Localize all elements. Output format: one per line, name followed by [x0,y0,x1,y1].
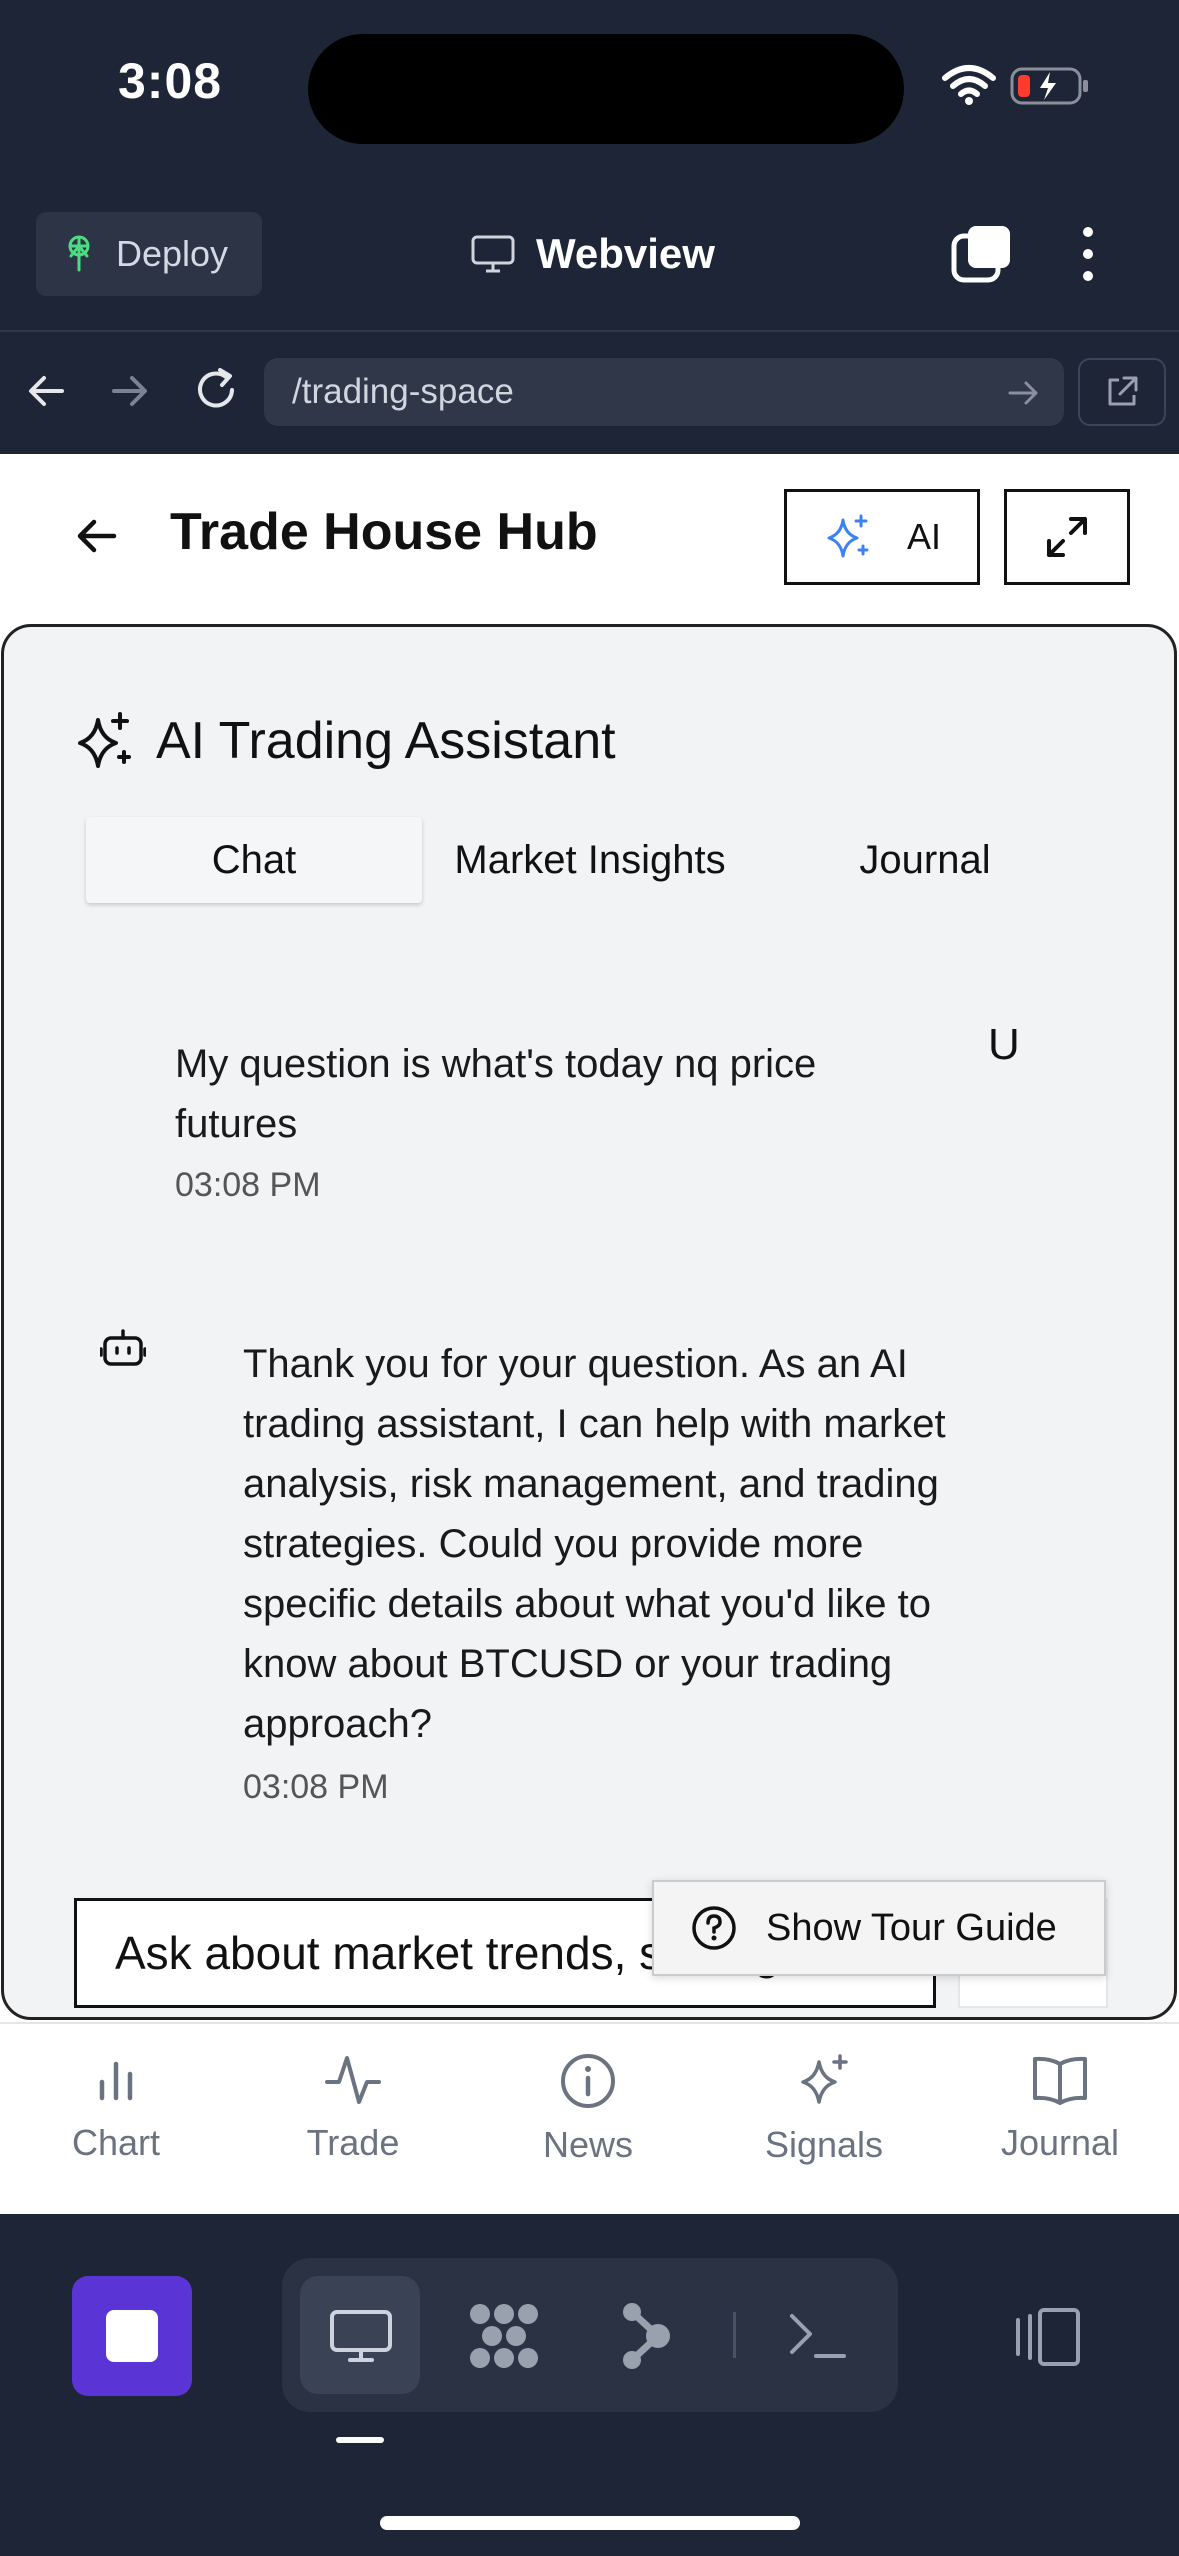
ai-button-label: AI [906,516,941,557]
dynamic-island [308,34,904,144]
tool-git-icon[interactable] [618,2300,674,2372]
tool-webview[interactable] [300,2276,420,2394]
tool-divider [733,2312,736,2358]
url-input[interactable]: /trading-space [264,358,1064,426]
url-text: /trading-space [292,372,514,411]
active-tool-indicator [336,2437,384,2443]
monitor-icon [470,234,516,274]
nav-label-trade: Trade [306,2122,400,2163]
reload-icon[interactable] [190,364,242,416]
stop-button[interactable] [72,2276,192,2396]
sparkles-icon [823,512,873,562]
status-time: 3:08 [118,53,223,109]
nav-item-chart[interactable]: Chart [26,2052,206,2164]
maximize-icon [1043,513,1091,561]
battery-icon [1010,66,1090,106]
deploy-icon [62,234,96,274]
book-icon [1030,2052,1090,2108]
monitor-icon [328,2308,420,2364]
tool-workspace-icon[interactable] [466,2300,542,2372]
stop-icon [104,2308,160,2364]
app-back-icon[interactable] [70,510,122,562]
home-indicator [380,2516,800,2530]
assistant-header: AI Trading Assistant [74,710,616,772]
expand-button[interactable] [1004,489,1130,585]
sparkles-icon [795,2052,853,2110]
tabs-icon[interactable] [950,222,1014,286]
deploy-label: Deploy [116,233,229,274]
assistant-title: AI Trading Assistant [156,712,616,770]
wifi-icon [942,64,996,106]
activity-icon [323,2052,383,2108]
sparkles-icon [74,710,134,772]
tool-terminal-icon[interactable] [786,2306,848,2366]
tab-chat[interactable]: Chat [86,817,422,903]
info-icon [559,2052,617,2110]
assistant-message-time: 03:08 PM [243,1768,389,1806]
external-link-icon [1104,374,1140,410]
nav-label-signals: Signals [764,2124,884,2165]
nav-item-journal[interactable]: Journal [970,2052,1150,2164]
nav-item-news[interactable]: News [498,2052,678,2166]
assistant-message-text: Thank you for your question. As an AI tr… [243,1342,946,1746]
deploy-button[interactable]: Deploy [36,212,262,296]
header-divider [0,330,1179,332]
bot-icon [100,1326,146,1372]
user-avatar: U [988,1020,1020,1069]
browser-back-icon[interactable] [24,368,70,414]
tab-market-insights[interactable]: Market Insights [428,817,752,903]
user-message-time: 03:08 PM [175,1166,321,1204]
nav-item-signals[interactable]: Signals [734,2052,914,2166]
ai-button[interactable]: AI [784,489,980,585]
webview-label: Webview [536,230,715,277]
browser-forward-icon[interactable] [106,368,152,414]
help-circle-icon [690,1904,738,1952]
nav-label-journal: Journal [1000,2122,1120,2163]
open-external-button[interactable] [1078,358,1166,426]
panel-toggle-icon[interactable] [1010,2306,1082,2368]
tab-journal[interactable]: Journal [770,817,1080,903]
nav-label-news: News [542,2124,634,2165]
app-title: Trade House Hub [170,503,598,561]
tour-guide-label: Show Tour Guide [766,1906,1057,1949]
nav-label-chart: Chart [71,2122,161,2163]
more-vertical-icon[interactable] [1070,222,1106,286]
nav-item-trade[interactable]: Trade [263,2052,443,2164]
show-tour-guide-button[interactable]: Show Tour Guide [652,1880,1106,1976]
url-go-icon[interactable] [1004,374,1042,412]
webview-title: Webview [470,222,715,286]
bar-chart-icon [88,2052,144,2108]
user-message-text: My question is what's today nq price fut… [175,1042,817,1146]
